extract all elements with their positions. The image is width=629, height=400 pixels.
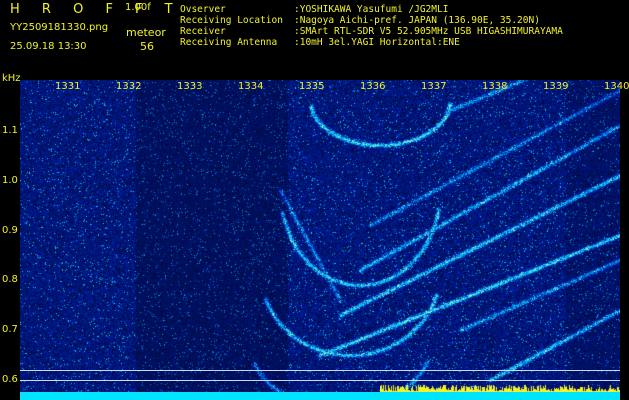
x-tick-label: 1333 <box>177 81 203 92</box>
station-key: Receiver <box>180 26 226 37</box>
spectrogram-canvas <box>20 80 620 400</box>
x-tick-label: 1334 <box>238 81 264 92</box>
y-tick-label: 1.1 <box>2 125 18 136</box>
x-tick-label: 1340 <box>604 81 629 92</box>
x-tick-label: 1339 <box>543 81 569 92</box>
station-value: :YOSHIKAWA Yasufumi /JG2MLI <box>294 4 449 15</box>
baseline-line <box>20 380 620 381</box>
baseline-line <box>20 370 620 371</box>
station-row-observer: Ovserver :YOSHIKAWA Yasufumi /JG2MLI <box>180 4 563 15</box>
y-tick-label: 0.6 <box>2 374 18 385</box>
spectrogram-panel <box>20 80 620 400</box>
x-tick-label: 1335 <box>299 81 325 92</box>
baseline-strip <box>20 392 620 400</box>
x-tick-label: 1338 <box>482 81 508 92</box>
meteor-count: 56 <box>140 40 154 53</box>
x-tick-label: 1331 <box>55 81 81 92</box>
x-tick-label: 1332 <box>116 81 142 92</box>
station-value: :SMArt RTL-SDR V5 52.905MHz USB HIGASHIM… <box>294 26 563 37</box>
meteor-label: meteor <box>126 26 166 39</box>
y-axis-unit: kHz <box>2 73 21 84</box>
station-value: :10mH 3el.YAGI Horizontal:ENE <box>294 37 460 48</box>
version-label: 1.00f <box>125 2 151 13</box>
y-tick-label: 1.0 <box>2 175 18 186</box>
station-key: Receiving Antenna <box>180 37 278 48</box>
station-row-antenna: Receiving Antenna :10mH 3el.YAGI Horizon… <box>180 37 563 48</box>
y-tick-label: 0.7 <box>2 324 18 335</box>
station-key: Receiving Location <box>180 15 283 26</box>
baseline-markers <box>20 370 620 384</box>
station-info: Ovserver :YOSHIKAWA Yasufumi /JG2MLI Rec… <box>180 4 563 48</box>
station-key: Ovserver <box>180 4 226 15</box>
y-tick-label: 0.9 <box>2 225 18 236</box>
header-panel: H R O F F T 1.00f YY2509181330.png meteo… <box>0 0 175 60</box>
file-name: YY2509181330.png <box>10 22 109 33</box>
station-row-location: Receiving Location :Nagoya Aichi-pref. J… <box>180 15 563 26</box>
date-time: 25.09.18 13:30 <box>10 41 87 52</box>
x-tick-label: 1337 <box>421 81 447 92</box>
x-tick-label: 1336 <box>360 81 386 92</box>
station-row-receiver: Receiver :SMArt RTL-SDR V5 52.905MHz USB… <box>180 26 563 37</box>
y-tick-label: 0.8 <box>2 274 18 285</box>
app-title: H R O F F T <box>10 2 182 17</box>
station-value: :Nagoya Aichi-pref. JAPAN (136.90E, 35.2… <box>294 15 540 26</box>
